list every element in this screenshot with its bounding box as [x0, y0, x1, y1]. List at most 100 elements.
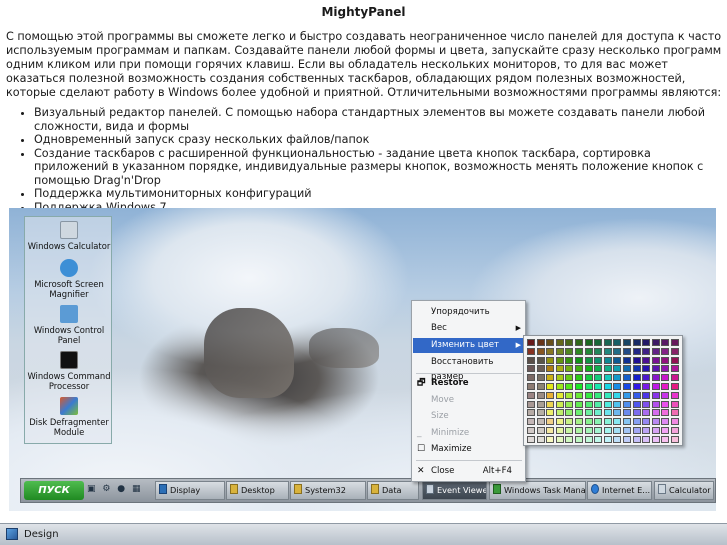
color-swatch[interactable] — [632, 365, 641, 373]
color-swatch[interactable] — [527, 374, 535, 382]
color-swatch[interactable] — [584, 427, 593, 434]
color-swatch[interactable] — [575, 427, 583, 434]
color-swatch[interactable] — [575, 400, 583, 408]
color-swatch[interactable] — [584, 374, 593, 382]
color-swatch[interactable] — [623, 374, 631, 382]
color-swatch[interactable] — [536, 356, 545, 364]
color-swatch[interactable] — [555, 374, 564, 382]
color-swatch[interactable] — [661, 418, 670, 426]
panel-item-command-processor[interactable]: Windows Command Processor — [25, 351, 113, 391]
color-swatch[interactable] — [603, 347, 612, 355]
taskbar-button-data[interactable]: Data — [367, 481, 419, 500]
color-swatch[interactable] — [671, 365, 679, 373]
color-swatch[interactable] — [623, 391, 631, 399]
color-swatch[interactable] — [594, 435, 603, 443]
color-swatch[interactable] — [651, 400, 660, 408]
color-swatch[interactable] — [565, 409, 574, 417]
color-swatch[interactable] — [613, 400, 622, 408]
color-swatch[interactable] — [651, 347, 660, 355]
color-swatch[interactable] — [671, 427, 679, 434]
color-swatch[interactable] — [584, 391, 593, 399]
color-swatch[interactable] — [642, 427, 651, 434]
color-swatch[interactable] — [527, 435, 535, 443]
color-swatch[interactable] — [584, 409, 593, 417]
color-swatch[interactable] — [584, 347, 593, 355]
color-swatch[interactable] — [565, 374, 574, 382]
menu-item-arrange[interactable]: Упорядочить — [413, 305, 524, 320]
color-swatch[interactable] — [584, 365, 593, 373]
color-swatch[interactable] — [623, 365, 631, 373]
color-swatch[interactable] — [671, 418, 679, 426]
color-swatch[interactable] — [536, 435, 545, 443]
color-swatch[interactable] — [546, 383, 555, 390]
color-swatch[interactable] — [661, 400, 670, 408]
color-swatch[interactable] — [584, 383, 593, 390]
color-swatch[interactable] — [623, 400, 631, 408]
color-swatch[interactable] — [536, 339, 545, 346]
color-swatch[interactable] — [632, 391, 641, 399]
color-swatch[interactable] — [527, 418, 535, 426]
color-swatch[interactable] — [603, 418, 612, 426]
color-swatch[interactable] — [594, 400, 603, 408]
color-swatch[interactable] — [661, 365, 670, 373]
menu-item-weight[interactable]: Вес ▶ — [413, 321, 524, 336]
color-swatch[interactable] — [575, 391, 583, 399]
color-swatch[interactable] — [623, 383, 631, 390]
color-swatch[interactable] — [575, 418, 583, 426]
color-swatch[interactable] — [661, 339, 670, 346]
color-swatch[interactable] — [565, 391, 574, 399]
color-swatch[interactable] — [661, 435, 670, 443]
color-swatch[interactable] — [613, 383, 622, 390]
color-swatch[interactable] — [536, 374, 545, 382]
color-swatch[interactable] — [671, 391, 679, 399]
color-swatch[interactable] — [565, 427, 574, 434]
color-swatch[interactable] — [613, 418, 622, 426]
color-swatch[interactable] — [661, 383, 670, 390]
color-swatch[interactable] — [536, 383, 545, 390]
color-swatch[interactable] — [632, 339, 641, 346]
color-swatch[interactable] — [546, 409, 555, 417]
color-swatch[interactable] — [642, 400, 651, 408]
color-swatch[interactable] — [575, 409, 583, 417]
color-swatch[interactable] — [603, 374, 612, 382]
color-swatch[interactable] — [603, 383, 612, 390]
color-swatch[interactable] — [623, 427, 631, 434]
color-swatch[interactable] — [565, 339, 574, 346]
color-swatch[interactable] — [565, 418, 574, 426]
color-swatch[interactable] — [603, 365, 612, 373]
color-swatch[interactable] — [575, 356, 583, 364]
color-swatch[interactable] — [623, 347, 631, 355]
color-swatch[interactable] — [594, 374, 603, 382]
color-swatch[interactable] — [584, 418, 593, 426]
panel-item-calculator[interactable]: Windows Calculator — [25, 221, 113, 251]
color-swatch[interactable] — [642, 409, 651, 417]
panel-item-defragmenter[interactable]: Disk Defragmenter Module — [25, 397, 113, 437]
color-swatch[interactable] — [623, 339, 631, 346]
color-swatch[interactable] — [527, 365, 535, 373]
color-swatch[interactable] — [546, 435, 555, 443]
color-swatch[interactable] — [527, 427, 535, 434]
color-swatch[interactable] — [632, 383, 641, 390]
color-swatch[interactable] — [642, 347, 651, 355]
menu-item-change-color[interactable]: Изменить цвет ▶ — [413, 338, 524, 353]
color-swatch[interactable] — [651, 409, 660, 417]
color-swatch[interactable] — [651, 435, 660, 443]
color-swatch[interactable] — [555, 365, 564, 373]
color-swatch[interactable] — [613, 374, 622, 382]
color-swatch[interactable] — [546, 356, 555, 364]
color-swatch[interactable] — [555, 409, 564, 417]
color-swatch[interactable] — [536, 347, 545, 355]
color-swatch[interactable] — [527, 356, 535, 364]
color-swatch[interactable] — [671, 356, 679, 364]
color-swatch[interactable] — [651, 339, 660, 346]
color-swatch[interactable] — [603, 400, 612, 408]
color-swatch[interactable] — [565, 365, 574, 373]
color-swatch[interactable] — [632, 374, 641, 382]
color-swatch[interactable] — [555, 339, 564, 346]
panel-item-control-panel[interactable]: Windows Control Panel — [25, 305, 113, 345]
color-swatch[interactable] — [555, 400, 564, 408]
panel-item-magnifier[interactable]: Microsoft Screen Magnifier — [25, 259, 113, 299]
color-swatch[interactable] — [594, 391, 603, 399]
color-swatch[interactable] — [546, 374, 555, 382]
color-swatch[interactable] — [594, 356, 603, 364]
